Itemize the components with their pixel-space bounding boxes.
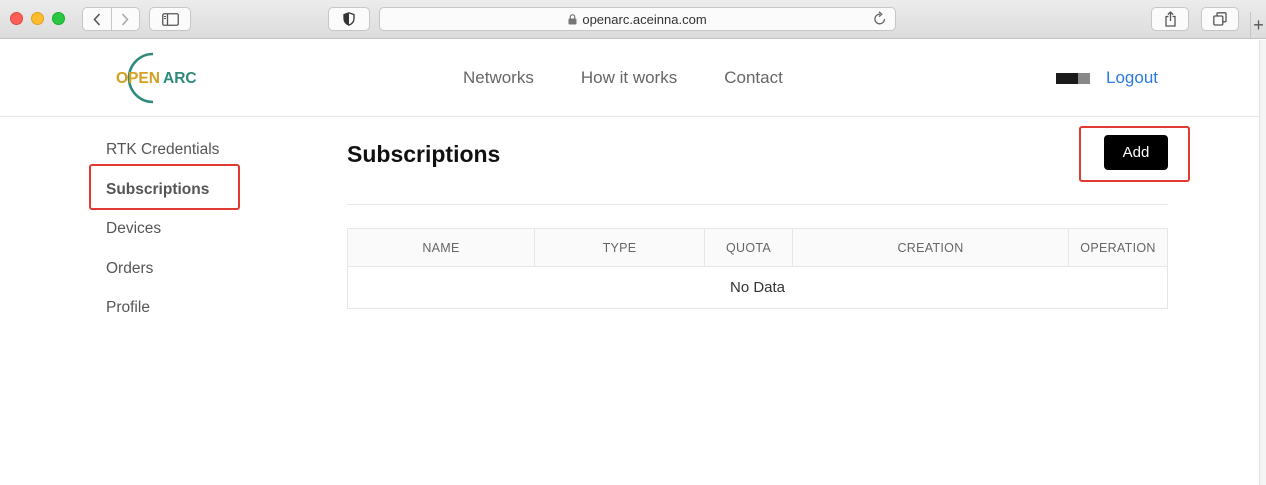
nav-contact[interactable]: Contact (724, 68, 783, 88)
logout-link[interactable]: Logout (1106, 68, 1158, 88)
site-header: OPEN ARC Networks How it works Contact L… (0, 40, 1260, 117)
sidebar-icon (161, 12, 179, 26)
shield-icon (343, 12, 355, 26)
chevron-right-icon (122, 12, 129, 26)
column-header-creation[interactable]: CREATION (792, 229, 1068, 266)
sidebar-toggle-button[interactable] (149, 7, 191, 31)
sidebar-item-profile[interactable]: Profile (106, 298, 219, 338)
highlight-box-add (1079, 126, 1190, 182)
highlight-box-subscriptions (89, 164, 240, 210)
tabs-icon (1213, 12, 1227, 26)
zoom-window-button[interactable] (52, 12, 65, 25)
sidebar-item-orders[interactable]: Orders (106, 259, 219, 299)
openarc-logo[interactable]: OPEN ARC (113, 50, 203, 106)
column-header-operation[interactable]: OPERATION (1068, 229, 1167, 266)
column-header-quota[interactable]: QUOTA (704, 229, 792, 266)
address-url: openarc.aceinna.com (582, 11, 707, 27)
address-bar[interactable]: openarc.aceinna.com (379, 7, 896, 31)
browser-toolbar: openarc.aceinna.com + (0, 0, 1266, 39)
tab-overview-button[interactable] (1201, 7, 1239, 31)
page-scrollbar[interactable] (1259, 40, 1266, 485)
lock-icon (568, 13, 577, 25)
column-header-name[interactable]: NAME (348, 229, 534, 266)
history-nav (82, 7, 140, 31)
share-icon (1164, 11, 1176, 27)
section-divider (347, 204, 1168, 205)
privacy-report-button[interactable] (328, 7, 370, 31)
nav-how-it-works[interactable]: How it works (581, 68, 677, 88)
forward-button[interactable] (110, 8, 140, 30)
logo-text-open: OPEN (116, 70, 160, 87)
table-header: NAME TYPE QUOTA CREATION OPERATION (348, 229, 1167, 267)
back-button[interactable] (83, 8, 111, 30)
main-nav: Networks How it works Contact (463, 68, 783, 88)
nav-networks[interactable]: Networks (463, 68, 534, 88)
minimize-window-button[interactable] (31, 12, 44, 25)
subscriptions-table: NAME TYPE QUOTA CREATION OPERATION No Da… (347, 228, 1168, 309)
empty-state: No Data (729, 279, 786, 296)
page-title: Subscriptions (347, 141, 501, 167)
close-window-button[interactable] (10, 12, 23, 25)
chevron-left-icon (93, 12, 100, 26)
user-avatar[interactable] (1056, 73, 1090, 84)
column-header-type[interactable]: TYPE (534, 229, 704, 266)
sidebar-item-devices[interactable]: Devices (106, 219, 219, 259)
plus-icon: + (1253, 15, 1264, 35)
reload-icon[interactable] (873, 11, 887, 29)
share-button[interactable] (1151, 7, 1189, 31)
logo-text-arc: ARC (163, 70, 197, 87)
new-tab-button[interactable]: + (1250, 12, 1266, 39)
